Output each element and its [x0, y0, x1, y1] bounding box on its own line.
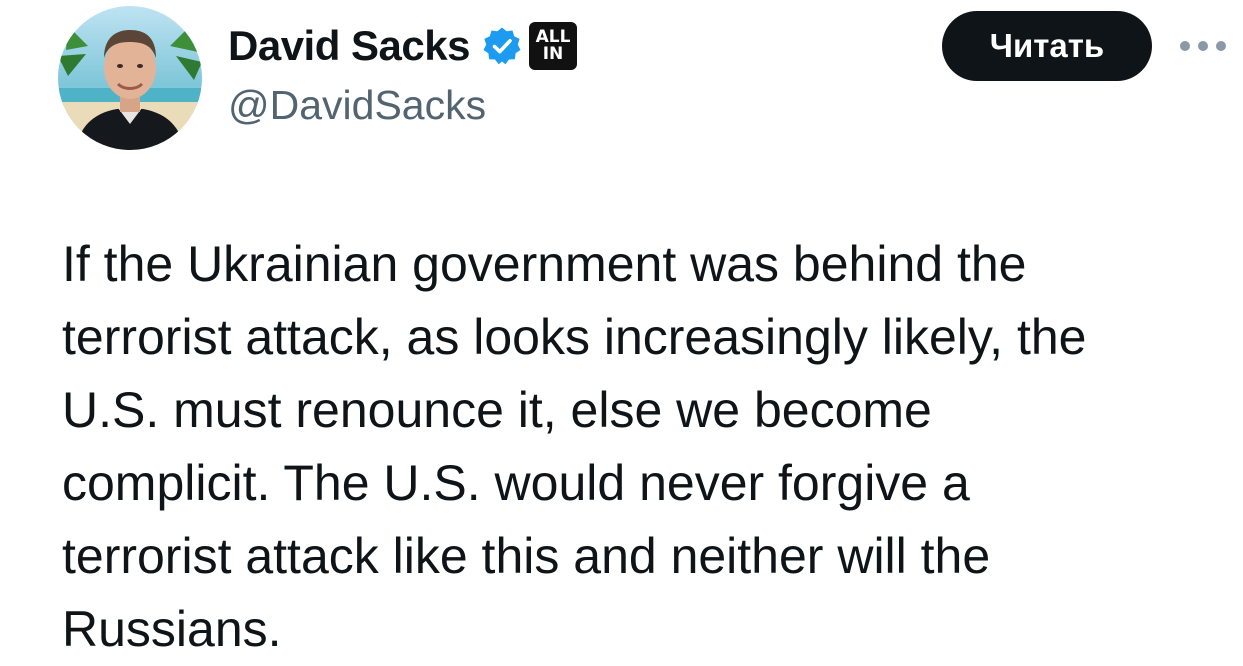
more-horizontal-icon[interactable] — [1180, 34, 1226, 58]
affiliate-badge-icon[interactable]: ALL IN — [529, 22, 577, 70]
tweet-text: If the Ukrainian government was behind t… — [62, 228, 1232, 666]
more-dot — [1198, 41, 1208, 51]
more-dot — [1180, 41, 1190, 51]
tweet-text-line: terrorist attack, as looks increasingly … — [62, 309, 1087, 365]
tweet-text-line: U.S. must renounce it, else we become — [62, 382, 932, 438]
tweet-text-line: terrorist attack like this and neither w… — [62, 528, 991, 584]
author-handle[interactable]: @DavidSacks — [228, 82, 486, 129]
avatar-photo — [58, 6, 202, 150]
affiliate-badge-line2: IN — [542, 44, 564, 64]
tweet-text-line: Russians. — [62, 601, 282, 657]
author-name-row: David Sacks ALL IN — [228, 17, 577, 75]
tweet-text-line: complicit. The U.S. would never forgive … — [62, 455, 970, 511]
tweet-text-line: If the Ukrainian government was behind t… — [62, 236, 1027, 292]
follow-button[interactable]: Читать — [942, 11, 1152, 81]
verified-badge-icon[interactable] — [482, 26, 522, 66]
more-dot — [1216, 41, 1226, 51]
avatar[interactable] — [58, 6, 202, 150]
author-display-name[interactable]: David Sacks — [228, 22, 471, 70]
